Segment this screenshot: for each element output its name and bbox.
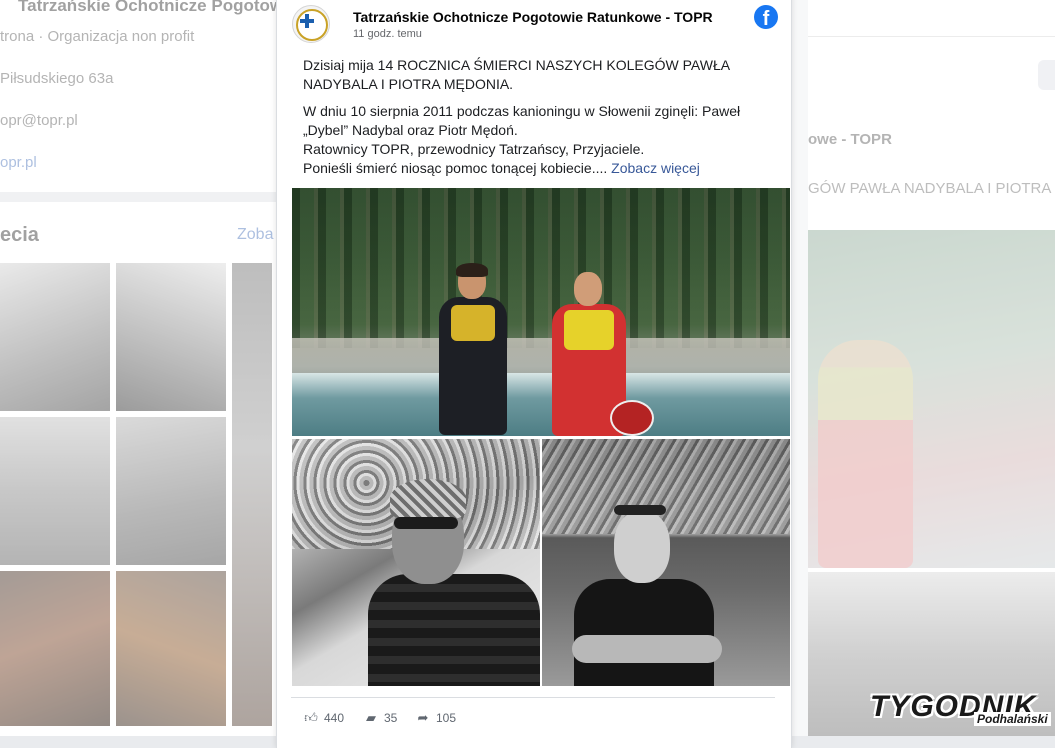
topr-logo-icon	[296, 9, 328, 41]
actions-divider	[291, 697, 775, 698]
comment-button[interactable]: ▰ 35	[364, 710, 397, 726]
mountain-slope	[542, 439, 790, 534]
facebook-post-card: Tatrzańskie Ochotnicze Pogotowie Ratunko…	[276, 0, 792, 748]
crossed-arms	[572, 635, 722, 663]
rescuer-figure	[425, 263, 521, 435]
comment-count: 35	[384, 711, 398, 725]
post-line: Ratownicy TOPR, przewodnicy Tatrzańscy, …	[303, 141, 645, 157]
post-page-name[interactable]: Tatrzańskie Ochotnicze Pogotowie Ratunko…	[353, 9, 713, 25]
like-button[interactable]: 👍︎ 440	[304, 710, 344, 726]
post-photo-portrait-right[interactable]	[542, 439, 790, 686]
thumbs-up-icon: 👍︎	[304, 710, 318, 725]
post-photo-portrait-left[interactable]	[292, 439, 540, 686]
post-line-text: Ponieśli śmierć niosąc pomoc tonącej kob…	[303, 160, 608, 176]
post-photo-main[interactable]	[292, 188, 790, 436]
page-avatar[interactable]	[292, 5, 330, 43]
comment-icon: ▰	[366, 710, 376, 725]
watermark-logo: TYGODNIK Podhalański	[870, 690, 1052, 732]
post-timestamp[interactable]: 11 godz. temu	[353, 28, 422, 40]
shirt	[574, 579, 714, 686]
post-line: W dniu 10 sierpnia 2011 podczas kanionin…	[303, 103, 741, 138]
cross-icon	[300, 19, 314, 23]
sunglasses	[614, 505, 666, 515]
share-count: 105	[436, 711, 457, 725]
sunglasses	[394, 517, 458, 529]
beanie	[390, 479, 466, 519]
jacket	[368, 574, 540, 686]
watermark-sub: Podhalański	[974, 712, 1051, 726]
see-more-link[interactable]: Zobacz więcej	[611, 160, 700, 176]
like-count: 440	[324, 711, 345, 725]
post-line-last: Ponieśli śmierć niosąc pomoc tonącej kob…	[303, 159, 773, 178]
share-arrow-icon: ➦	[417, 710, 429, 725]
facebook-icon[interactable]: f	[754, 5, 778, 29]
post-headline: Dzisiaj mija 14 ROCZNICA ŚMIERCI NASZYCH…	[303, 57, 730, 92]
face	[614, 511, 670, 583]
helmet	[610, 400, 654, 436]
share-button[interactable]: ➦ 105	[416, 710, 456, 726]
post-text: Dzisiaj mija 14 ROCZNICA ŚMIERCI NASZYCH…	[303, 56, 773, 178]
